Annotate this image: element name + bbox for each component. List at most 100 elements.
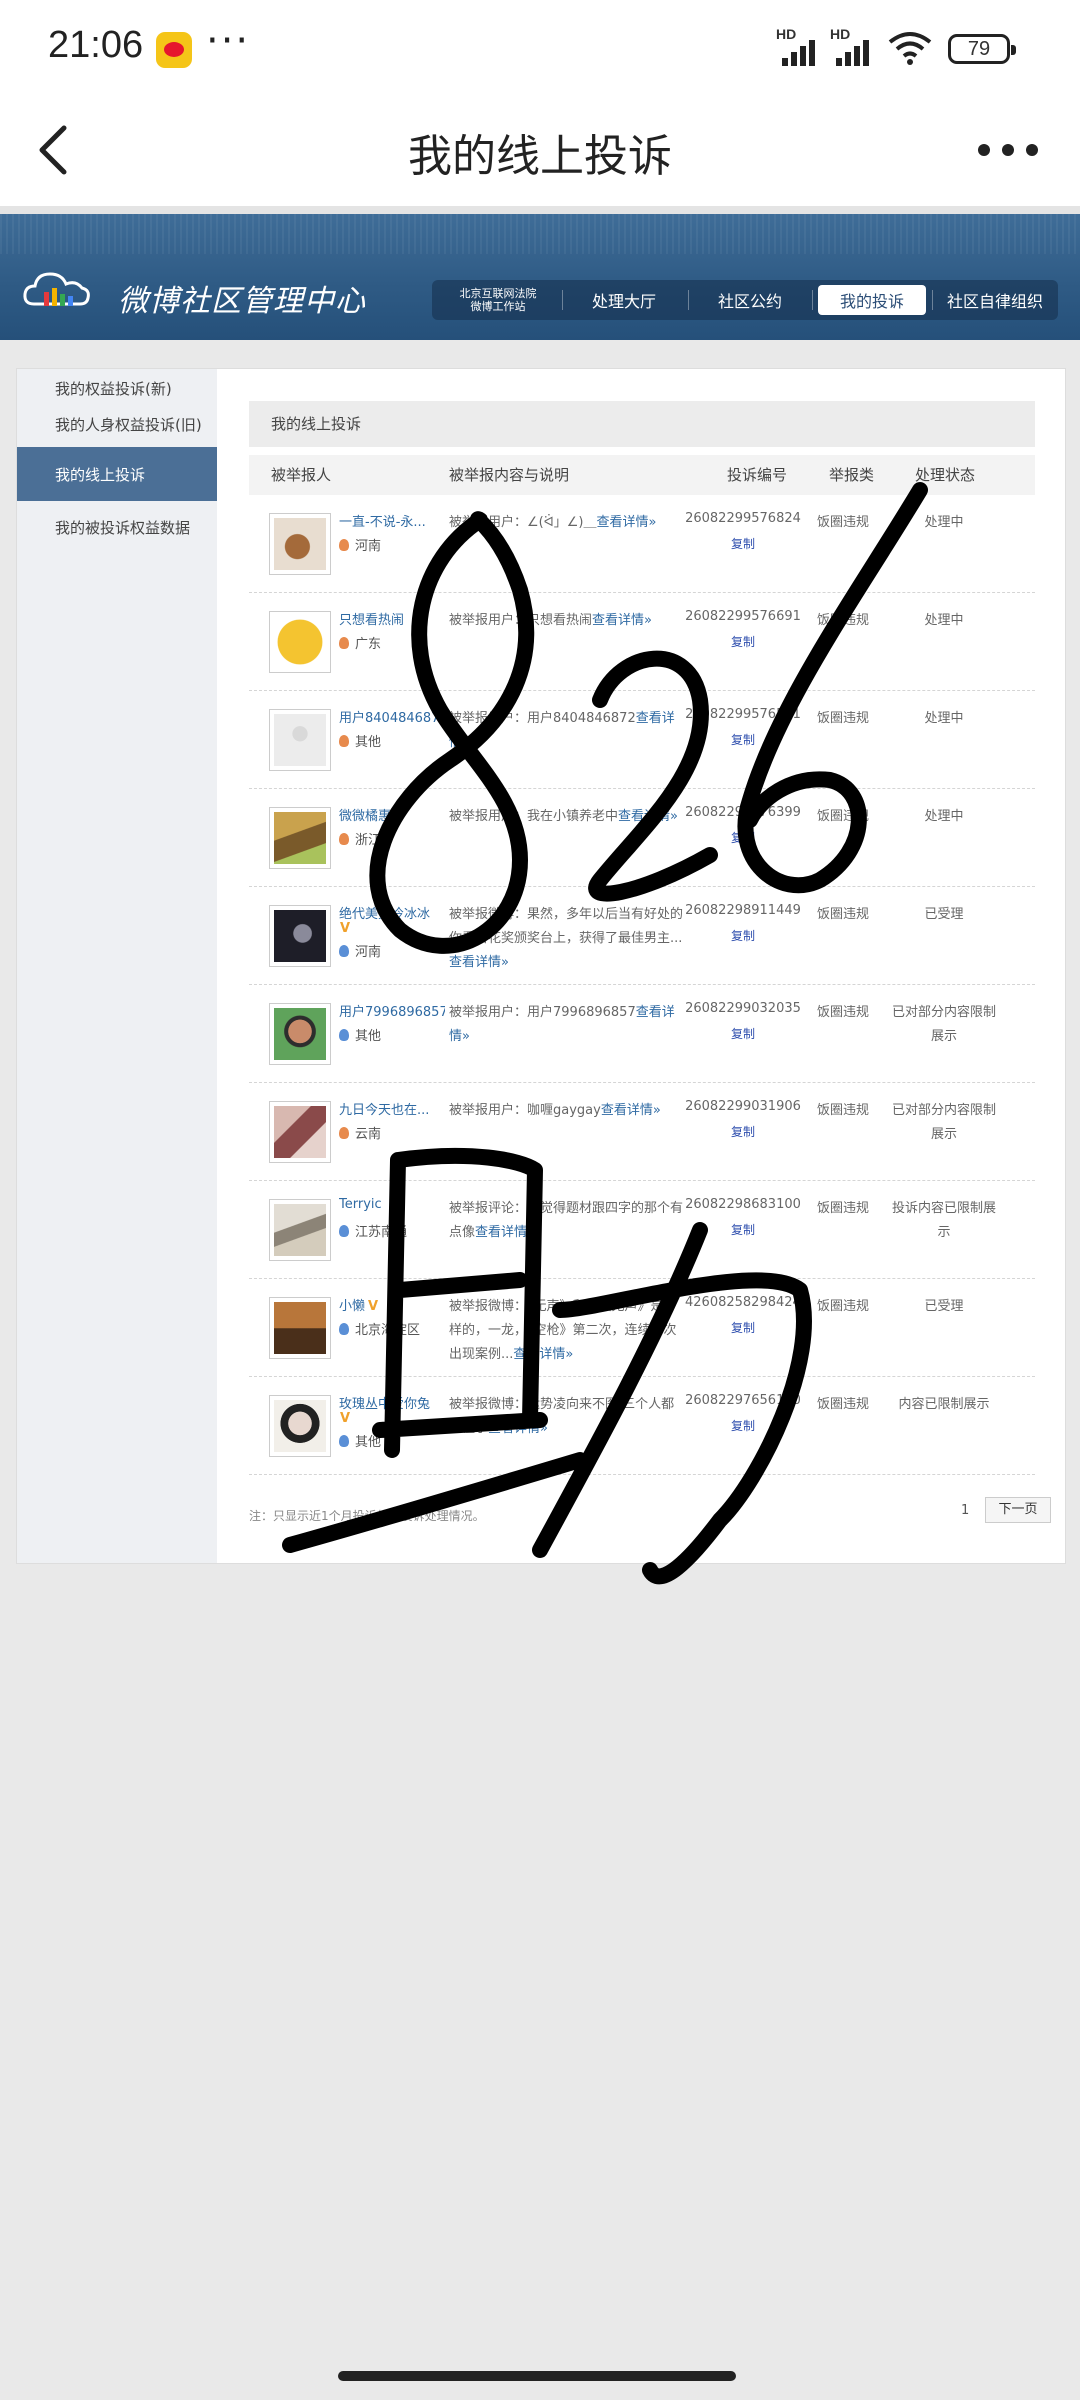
user-location: 其他 <box>339 731 447 750</box>
page-title: 我的线上投诉 <box>408 131 672 182</box>
avatar[interactable] <box>269 1003 331 1065</box>
reported-user-name[interactable]: 用户8404846872 <box>339 707 445 726</box>
verified-v-icon: V <box>340 921 351 936</box>
reported-user-name[interactable]: 九日今天也在... <box>339 1099 445 1118</box>
status-text: 已受理 <box>924 907 964 922</box>
report-type: 饭圈违规 <box>816 1299 869 1314</box>
reported-user-name[interactable]: 微微橘惠 <box>339 805 445 824</box>
current-page-number[interactable]: 1 <box>961 1503 969 1518</box>
report-type: 饭圈违规 <box>816 515 869 530</box>
view-details-link[interactable]: 查看详情» <box>513 1347 573 1362</box>
more-options-icon[interactable] <box>976 140 1040 160</box>
next-page-button[interactable]: 下一页 <box>985 1497 1051 1523</box>
copy-button[interactable]: 复制 <box>685 1417 801 1434</box>
copy-button[interactable]: 复制 <box>685 1025 801 1042</box>
status-bar: 21:06 ··· HD HD 79 <box>0 0 1080 96</box>
view-details-link[interactable]: 查看详情» <box>488 1421 548 1436</box>
nav-self-discipline-org[interactable]: 社区自律组织 <box>938 280 1052 320</box>
reported-user-name[interactable]: 绝代美男冷冰冰 <box>339 903 445 922</box>
weibo-notification-icon <box>156 32 192 68</box>
copy-button[interactable]: 复制 <box>685 535 801 552</box>
sidebar-item-complained-data[interactable]: 我的被投诉权益数据 <box>17 507 217 547</box>
user-gender-icon <box>339 735 349 747</box>
column-header-report-type: 举报类 <box>829 466 875 484</box>
reported-user-name[interactable]: Terryic <box>339 1197 445 1212</box>
view-details-link[interactable]: 查看详情» <box>618 809 678 824</box>
table-row: 一直-不说-永... 河南 被举报用户：∠(ᐛ」∠)＿查看详情» 2608229… <box>249 495 1035 593</box>
table-row: 玫瑰丛中爱你兔 其他 V 被举报微博：运势凌向来不图 三个人都顶住了查看详情» … <box>249 1377 1035 1475</box>
avatar[interactable] <box>269 709 331 771</box>
reported-user-name[interactable]: 用户7996896857 <box>339 1001 445 1020</box>
copy-button[interactable]: 复制 <box>685 731 801 748</box>
footnote: 注：只显示近1个月投诉的，投诉处理情况。 <box>249 1509 485 1523</box>
avatar[interactable] <box>269 1199 331 1261</box>
sidebar: 我的权益投诉(新) 我的人身权益投诉(旧) 我的线上投诉 我的被投诉权益数据 <box>17 369 217 1563</box>
report-type: 饭圈违规 <box>816 613 869 628</box>
user-location: 河南 <box>339 535 447 554</box>
status-text: 已对部分内容限制展示 <box>891 1103 996 1142</box>
complaint-id: 26082298911449 <box>685 903 801 918</box>
copy-button[interactable]: 复制 <box>685 633 801 650</box>
sidebar-item-personal-rights-old[interactable]: 我的人身权益投诉(旧) <box>17 407 217 441</box>
table-row: 九日今天也在... 云南 被举报用户：咖喱gaygay查看详情» 2608229… <box>249 1083 1035 1181</box>
copy-button[interactable]: 复制 <box>685 1221 801 1238</box>
copy-button[interactable]: 复制 <box>685 829 801 846</box>
reported-user-name[interactable]: 只想看热闹 <box>339 609 445 628</box>
nav-my-complaints[interactable]: 我的投诉 <box>818 285 926 315</box>
avatar[interactable] <box>269 611 331 673</box>
complaint-id: 26082299032035 <box>685 1001 801 1016</box>
complaint-id: 26082299031906 <box>685 1099 801 1114</box>
sidebar-item-rights-complaint-new[interactable]: 我的权益投诉(新) <box>17 371 217 405</box>
wifi-icon <box>888 32 932 65</box>
avatar[interactable] <box>269 1297 331 1359</box>
report-type: 饭圈违规 <box>816 809 869 824</box>
status-text: 处理中 <box>924 711 964 726</box>
complaint-id: 26082297656140 <box>685 1393 801 1408</box>
user-location: 河南 <box>339 941 447 960</box>
table-row: 只想看热闹 广东 被举报用户：只想看热闹查看详情» 26082299576691… <box>249 593 1035 691</box>
avatar[interactable] <box>269 905 331 967</box>
table-header: 被举报人 被举报内容与说明 投诉编号 举报类 处理状态 <box>249 455 1035 495</box>
nav-community-rules[interactable]: 社区公约 <box>694 280 806 320</box>
avatar[interactable] <box>269 1395 331 1457</box>
verified-v-icon: V <box>340 1411 351 1426</box>
status-text: 处理中 <box>924 613 964 628</box>
main-panel: 我的权益投诉(新) 我的人身权益投诉(旧) 我的线上投诉 我的被投诉权益数据 我… <box>16 368 1066 1564</box>
view-details-link[interactable]: 查看详情» <box>596 515 656 530</box>
nav-beijing-court[interactable]: 北京互联网法院 微博工作站 <box>440 280 556 320</box>
complaint-id: 26082298683100 <box>685 1197 801 1212</box>
complaint-id: 26082299576591 <box>685 707 801 722</box>
avatar[interactable] <box>269 513 331 575</box>
status-text: 处理中 <box>924 515 964 530</box>
view-details-link[interactable]: 查看详情» <box>475 1225 535 1240</box>
user-location: 云南 <box>339 1123 447 1142</box>
complaint-id: 26082299576824 <box>685 511 801 526</box>
complaint-description: 被举报微博：果然，多年以后当有好处的你看百花奖颁奖台上，获得了最佳男主...查看… <box>449 907 684 970</box>
reported-user-name[interactable]: 一直-不说-永... <box>339 511 445 530</box>
avatar[interactable] <box>269 1101 331 1163</box>
user-location: 广东 <box>339 633 447 652</box>
reported-user-name[interactable]: 玫瑰丛中爱你兔 <box>339 1393 445 1412</box>
complaint-description: 被举报用户：只想看热闹查看详情» <box>449 613 652 628</box>
avatar[interactable] <box>269 807 331 869</box>
status-text: 已受理 <box>924 1299 964 1314</box>
reported-user-name[interactable]: 小懒 V <box>339 1295 445 1314</box>
sidebar-item-online-complaints[interactable]: 我的线上投诉 <box>17 447 217 501</box>
table-row: 用户8404846872 其他 被举报用户：用户8404846872查看详情» … <box>249 691 1035 789</box>
copy-button[interactable]: 复制 <box>685 1123 801 1140</box>
nav-processing-hall[interactable]: 处理大厅 <box>568 280 680 320</box>
copy-button[interactable]: 复制 <box>685 927 801 944</box>
complaint-id: 26082299576691 <box>685 609 801 624</box>
section-title: 我的线上投诉 <box>249 401 1035 447</box>
column-header-reported-user: 被举报人 <box>271 466 332 484</box>
report-type: 饭圈违规 <box>816 1005 869 1020</box>
view-details-link[interactable]: 查看详情» <box>592 613 652 628</box>
view-details-link[interactable]: 查看详情» <box>449 955 509 970</box>
home-indicator[interactable] <box>338 2371 736 2381</box>
user-location: 浙江 <box>339 829 447 848</box>
view-details-link[interactable]: 查看详情» <box>601 1103 661 1118</box>
user-gender-icon <box>339 539 349 551</box>
user-gender-icon <box>339 1435 349 1447</box>
copy-button[interactable]: 复制 <box>685 1319 801 1336</box>
table-row: Terryic 江苏南通 被举报评论：我觉得题材跟四字的那个有点像查看详情» 2… <box>249 1181 1035 1279</box>
